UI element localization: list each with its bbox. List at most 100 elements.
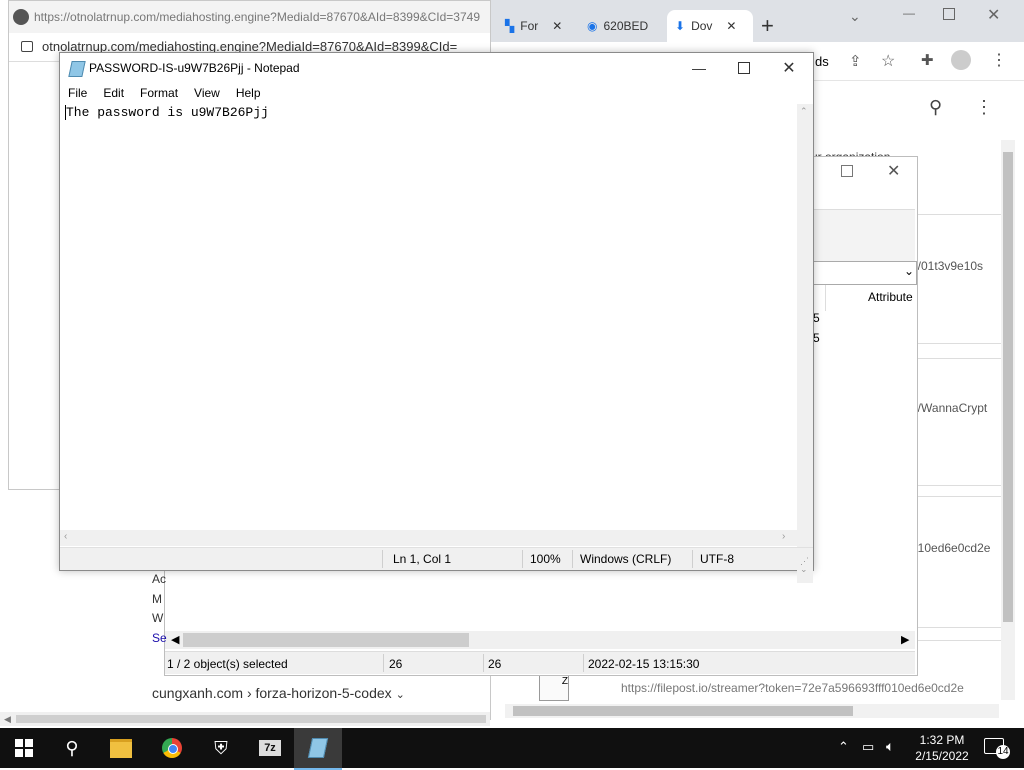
chevron-down-icon[interactable]: ⌄	[904, 264, 914, 278]
chrome-vertical-scrollbar[interactable]	[1001, 140, 1015, 700]
status-divider	[692, 550, 693, 568]
file-explorer-button[interactable]	[97, 728, 145, 768]
breadcrumb[interactable]: cungxanh.com › forza-horizon-5-codex	[152, 685, 392, 701]
form-icon: ▚	[505, 19, 515, 33]
more-icon[interactable]: ⋮	[975, 97, 993, 118]
chrome-taskbar-button[interactable]	[148, 728, 196, 768]
lock-icon	[21, 41, 33, 52]
download-icon: ⬇	[675, 19, 686, 33]
share-icon[interactable]: ⇪	[849, 52, 862, 70]
scroll-left-icon[interactable]: ‹	[64, 531, 67, 542]
cursor-position: Ln 1, Col 1	[393, 552, 452, 566]
menu-view[interactable]: View	[186, 84, 228, 104]
list-item-value: 5	[813, 331, 820, 345]
path-dropdown[interactable]: ⌄	[811, 261, 917, 285]
chrome-horizontal-scrollbar[interactable]	[505, 704, 999, 718]
clock-time: 1:32 PM	[919, 733, 965, 747]
chevron-up-icon[interactable]: ⌃	[838, 739, 849, 755]
scroll-left-icon[interactable]: ◀	[171, 633, 179, 646]
chrome-tab-1-label: For	[520, 19, 539, 33]
download-url-fragment[interactable]: 010ed6e0cd2e	[911, 541, 990, 555]
scrollbar-thumb[interactable]	[16, 715, 486, 723]
resize-grip-icon[interactable]: ⋰	[800, 556, 809, 567]
scroll-right-icon[interactable]: ›	[782, 531, 785, 542]
menu-file[interactable]: File	[60, 84, 95, 104]
status-divider	[583, 654, 584, 672]
column-header-attribute[interactable]: Attribute	[868, 290, 913, 304]
chevron-down-icon[interactable]: ⌄	[396, 689, 405, 701]
scrollbar-thumb[interactable]	[1003, 152, 1013, 622]
status-divider	[522, 550, 523, 568]
background-horizontal-scrollbar[interactable]: ◀	[0, 712, 490, 726]
maximize-icon[interactable]	[841, 165, 853, 177]
selection-status: 1 / 2 object(s) selected	[167, 657, 288, 671]
close-icon[interactable]: ✕	[552, 19, 562, 33]
menu-edit[interactable]: Edit	[95, 84, 132, 104]
toolbar-area	[811, 209, 915, 262]
maximize-icon[interactable]	[943, 8, 955, 20]
start-button[interactable]	[0, 728, 48, 768]
menu-help[interactable]: Help	[228, 84, 269, 104]
minimize-button[interactable]: —	[676, 53, 722, 83]
chevron-down-icon[interactable]: ⌄	[849, 8, 861, 25]
chrome-tab-2[interactable]: ◉ 620BED	[587, 10, 667, 42]
column-header[interactable]: Attribute	[825, 285, 916, 311]
archive-file-icon: Z	[539, 675, 569, 701]
new-tab-button[interactable]: +	[761, 13, 774, 39]
result-fragment: M	[152, 591, 162, 606]
notepad-horizontal-scrollbar[interactable]: ‹ ›	[60, 530, 797, 546]
7zip-icon: 7z	[259, 740, 281, 756]
close-window-icon[interactable]: ✕	[987, 5, 1000, 25]
notification-badge: 14	[996, 745, 1010, 759]
background-browser-titlebar: https://otnolatrnup.com/mediahosting.eng…	[9, 1, 499, 33]
chrome-tab-1[interactable]: ▚ For ✕	[505, 10, 575, 42]
zoom-level: 100%	[530, 552, 561, 566]
security-shield-icon[interactable]: ⛨	[197, 728, 245, 768]
status-divider	[483, 654, 484, 672]
maximize-icon	[738, 62, 750, 74]
app-icon: ◉	[587, 19, 598, 33]
menu-format[interactable]: Format	[132, 84, 186, 104]
close-button[interactable]: ✕	[766, 53, 812, 83]
taskbar: ⚲ ⛨ 7z ⌃ ▭ 🔈︎ 1:32 PM 2/15/2022 14	[0, 728, 1024, 770]
close-icon[interactable]: ✕	[726, 19, 736, 33]
clock[interactable]: 1:32 PM 2/15/2022	[910, 732, 974, 764]
minimize-icon[interactable]: —	[903, 6, 915, 20]
download-url-fragment[interactable]: g/01t3v9e10s	[911, 259, 983, 273]
toolbar-partial-text: ds	[815, 54, 829, 69]
search-result-breadcrumb[interactable]: cungxanh.com › forza-horizon-5-codex ⌄	[152, 685, 405, 701]
scrollbar-thumb[interactable]	[513, 706, 853, 716]
horizontal-scrollbar[interactable]: ◀ ▶	[165, 631, 915, 649]
network-icon[interactable]: ▭	[862, 739, 874, 755]
notepad-icon	[307, 738, 329, 758]
notepad-content[interactable]: The password is u9W7B26Pjj	[65, 105, 269, 120]
download-url[interactable]: https://filepost.io/streamer?token=72e7a…	[621, 681, 1001, 695]
selected-size: 26	[389, 657, 403, 671]
status-divider	[572, 550, 573, 568]
star-icon[interactable]: ☆	[881, 51, 895, 71]
extensions-icon[interactable]: ✚	[921, 51, 934, 69]
notepad-text-area[interactable]: The password is u9W7B26Pjj	[60, 104, 797, 582]
maximize-button[interactable]	[721, 53, 767, 83]
scroll-up-icon[interactable]: ⌃	[800, 106, 808, 117]
search-icon[interactable]: ⚲	[48, 728, 96, 768]
notepad-vertical-scrollbar[interactable]: ⌃ ⌄	[797, 104, 813, 583]
notepad-titlebar: PASSWORD-IS-u9W7B26Pjj - Notepad — ✕	[60, 53, 813, 84]
scroll-left-icon[interactable]: ◀	[4, 714, 11, 725]
download-url-fragment[interactable]: 5/WannaCrypt	[911, 401, 987, 415]
volume-icon[interactable]: 🔈︎	[886, 738, 894, 755]
avatar[interactable]	[951, 50, 971, 70]
notepad-menubar: File Edit Format View Help	[60, 84, 813, 104]
scrollbar-thumb[interactable]	[183, 633, 469, 647]
notepad-taskbar-button[interactable]	[294, 728, 342, 770]
result-link-fragment[interactable]: Se	[152, 629, 167, 649]
background-browser-title: https://otnolatrnup.com/mediahosting.eng…	[34, 10, 480, 24]
search-icon[interactable]: ⚲	[929, 97, 942, 118]
close-icon[interactable]: ✕	[887, 161, 900, 181]
modified-date: 2022-02-15 13:15:30	[588, 657, 700, 671]
chrome-tab-3[interactable]: ⬇ Dov ✕	[667, 10, 753, 42]
7zip-taskbar-button[interactable]: 7z	[246, 728, 294, 768]
scroll-right-icon[interactable]: ▶	[901, 633, 909, 646]
download-card: 010ed6e0cd2e	[911, 496, 1001, 628]
more-menu-icon[interactable]: ⋮	[991, 50, 1007, 70]
